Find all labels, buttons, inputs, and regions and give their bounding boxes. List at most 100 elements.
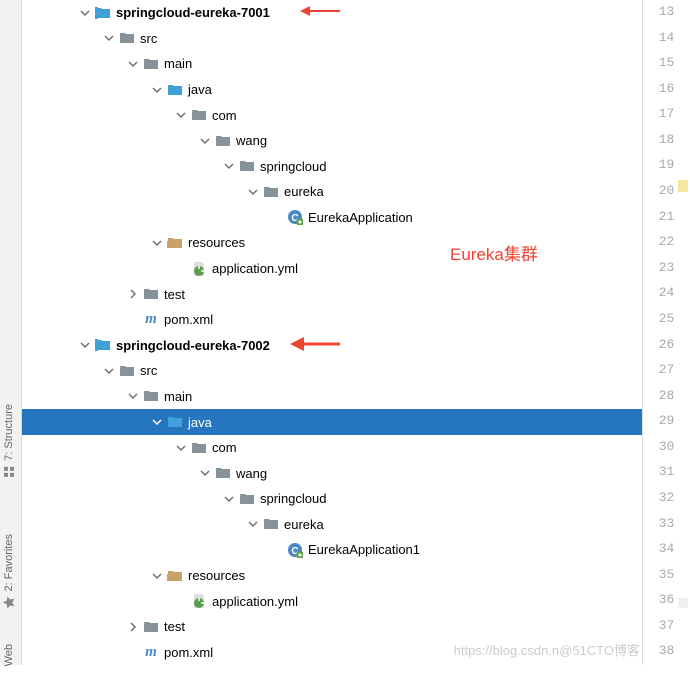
tree-row[interactable]: springcloud-eureka-7001 xyxy=(22,0,642,26)
chevron-down-icon[interactable] xyxy=(198,134,212,148)
tree-row[interactable]: resources xyxy=(22,563,642,589)
chevron-down-icon[interactable] xyxy=(174,441,188,455)
folder-closed-icon xyxy=(143,286,159,302)
line-number: 18 xyxy=(643,128,690,154)
tree-row[interactable]: com xyxy=(22,435,642,461)
tree-row[interactable]: springcloud-eureka-7002 xyxy=(22,333,642,359)
indent xyxy=(22,115,174,116)
folder-pkg-icon xyxy=(215,465,231,481)
folder-closed-icon xyxy=(143,56,159,72)
indent xyxy=(22,626,126,627)
tree-row[interactable]: com xyxy=(22,102,642,128)
indent xyxy=(22,89,150,90)
chevron-right-icon[interactable] xyxy=(126,620,140,634)
folder-pkg-icon xyxy=(191,107,207,123)
tab-web[interactable]: Web xyxy=(0,630,18,680)
tree-label: java xyxy=(188,82,212,97)
project-tree[interactable]: springcloud-eureka-7001srcmainjavacomwan… xyxy=(22,0,642,665)
chevron-down-icon[interactable] xyxy=(102,364,116,378)
chevron-down-icon[interactable] xyxy=(150,83,164,97)
line-number: 17 xyxy=(643,102,690,128)
tree-label: eureka xyxy=(284,184,324,199)
chevron-down-icon[interactable] xyxy=(150,415,164,429)
folder-module-icon xyxy=(95,5,111,21)
file-pom-icon: m xyxy=(143,644,159,660)
tree-row[interactable]: C EurekaApplication xyxy=(22,205,642,231)
tree-label: EurekaApplication xyxy=(308,210,413,225)
tree-row[interactable]: wang xyxy=(22,460,642,486)
chevron-down-icon[interactable] xyxy=(174,108,188,122)
tree-row[interactable]: eureka xyxy=(22,512,642,538)
tree-row[interactable]: wang xyxy=(22,128,642,154)
tree-row[interactable]: test xyxy=(22,614,642,640)
tree-row[interactable]: application.yml xyxy=(22,588,642,614)
file-class-icon: C xyxy=(287,209,303,225)
line-number: 15 xyxy=(643,51,690,77)
indent xyxy=(22,370,102,371)
indent xyxy=(22,38,102,39)
tool-window-bar: 7: Structure 2: Favorites Web xyxy=(0,0,22,665)
tree-row[interactable]: resources xyxy=(22,230,642,256)
chevron-down-icon[interactable] xyxy=(246,517,260,531)
tree-row[interactable]: main xyxy=(22,51,642,77)
chevron-down-icon[interactable] xyxy=(150,569,164,583)
chevron-down-icon[interactable] xyxy=(126,389,140,403)
tree-row[interactable]: m pom.xml xyxy=(22,639,642,665)
tree-row[interactable]: src xyxy=(22,358,642,384)
chevron-down-icon[interactable] xyxy=(222,492,236,506)
tree-row[interactable]: java xyxy=(22,409,642,435)
tree-row[interactable]: java xyxy=(22,77,642,103)
line-number: 30 xyxy=(643,435,690,461)
arrow-annotation xyxy=(270,335,340,356)
tree-row[interactable]: springcloud xyxy=(22,153,642,179)
folder-closed-icon xyxy=(143,388,159,404)
tree-row[interactable]: test xyxy=(22,281,642,307)
tree-row[interactable]: eureka xyxy=(22,179,642,205)
tab-favorites[interactable]: 2: Favorites xyxy=(0,520,18,622)
line-number: 13 xyxy=(643,0,690,26)
line-number: 38 xyxy=(643,639,690,665)
indent xyxy=(22,12,78,13)
tree-label: wang xyxy=(236,466,267,481)
tree-row[interactable]: application.yml xyxy=(22,256,642,282)
folder-pkg-icon xyxy=(239,491,255,507)
folder-blue-icon xyxy=(167,82,183,98)
indent xyxy=(22,345,78,346)
line-number: 25 xyxy=(643,307,690,333)
tree-row[interactable]: CEurekaApplication1 xyxy=(22,537,642,563)
tree-label: wang xyxy=(236,133,267,148)
tree-row[interactable]: mpom.xml xyxy=(22,307,642,333)
chevron-down-icon[interactable] xyxy=(150,236,164,250)
chevron-down-icon[interactable] xyxy=(78,6,92,20)
line-number: 14 xyxy=(643,26,690,52)
chevron-down-icon[interactable] xyxy=(78,338,92,352)
tree-label: resources xyxy=(188,235,245,250)
tree-row[interactable]: main xyxy=(22,384,642,410)
folder-pkg-icon xyxy=(263,516,279,532)
tree-label: main xyxy=(164,389,192,404)
tab-structure[interactable]: 7: Structure xyxy=(0,390,18,492)
chevron-down-icon[interactable] xyxy=(222,159,236,173)
tree-label: test xyxy=(164,287,185,302)
line-number: 16 xyxy=(643,77,690,103)
gutter-marker xyxy=(678,598,688,608)
indent xyxy=(22,473,198,474)
tab-label: 7: Structure xyxy=(3,404,15,461)
tree-row[interactable]: src xyxy=(22,26,642,52)
tree-row[interactable]: springcloud xyxy=(22,486,642,512)
line-number: 32 xyxy=(643,486,690,512)
line-number: 33 xyxy=(643,512,690,538)
tab-label: Web xyxy=(3,644,15,666)
chevron-down-icon[interactable] xyxy=(126,57,140,71)
chevron-down-icon[interactable] xyxy=(102,31,116,45)
tree-label: springcloud-eureka-7002 xyxy=(116,338,270,353)
tree-label: application.yml xyxy=(212,261,298,276)
structure-icon xyxy=(3,466,15,478)
chevron-right-icon[interactable] xyxy=(126,287,140,301)
indent xyxy=(22,319,126,320)
chevron-down-icon[interactable] xyxy=(198,466,212,480)
tree-label: pom.xml xyxy=(164,645,213,660)
line-number: 23 xyxy=(643,256,690,282)
chevron-down-icon[interactable] xyxy=(246,185,260,199)
tree-label: eureka xyxy=(284,517,324,532)
